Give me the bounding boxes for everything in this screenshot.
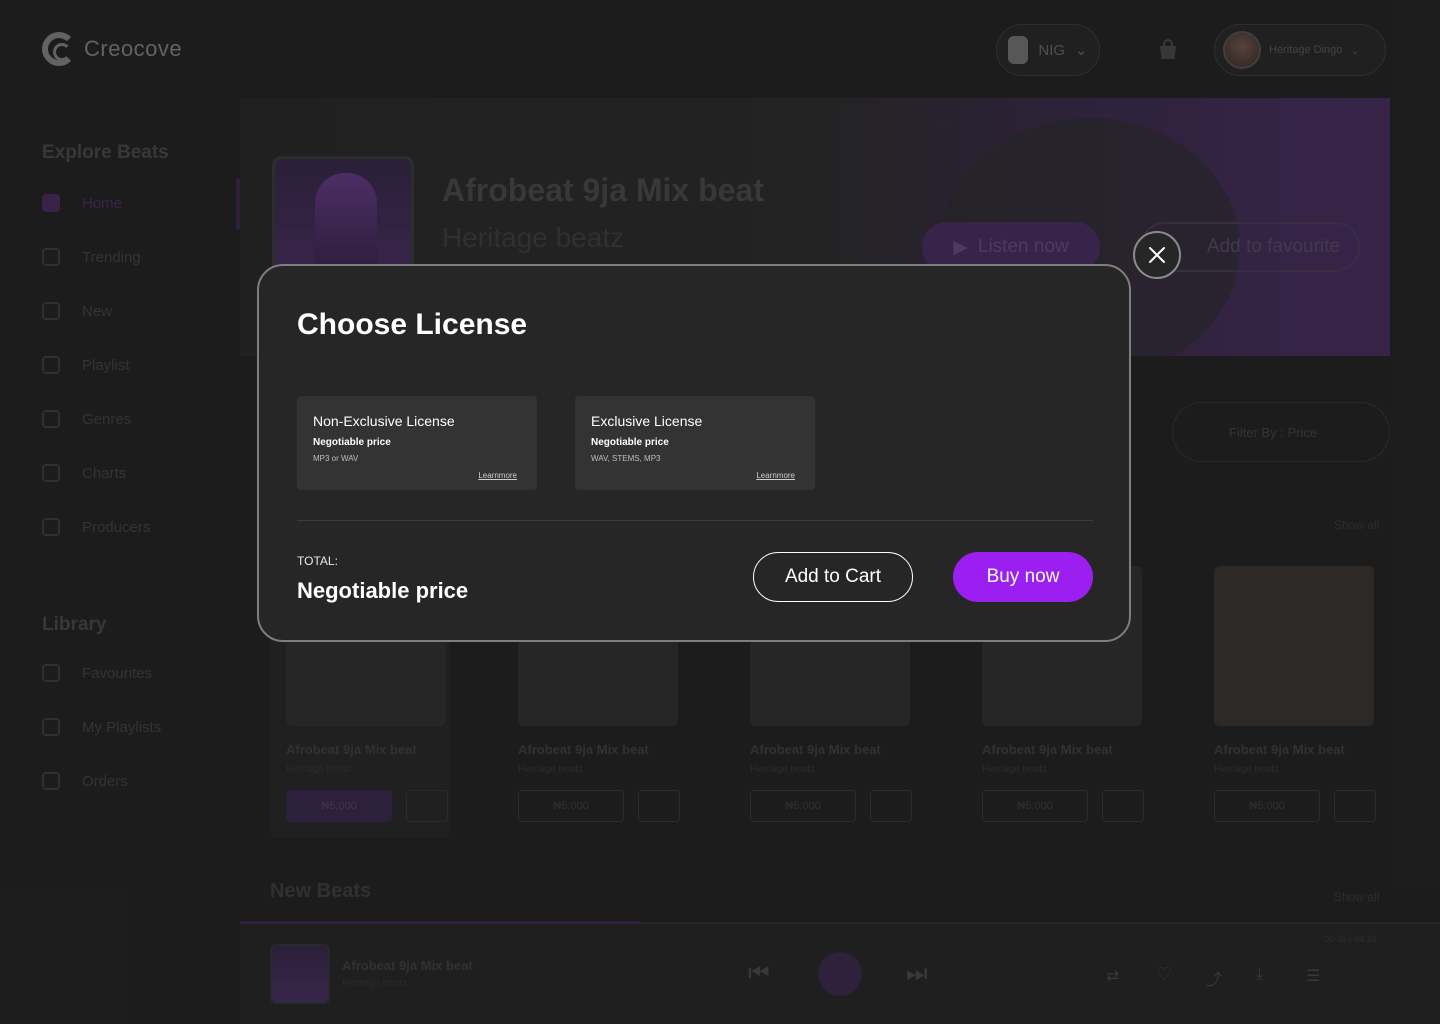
learn-more-link[interactable]: Learnmore xyxy=(478,471,517,480)
learn-more-link[interactable]: Learnmore xyxy=(756,471,795,480)
license-price: Negotiable price xyxy=(591,437,669,448)
license-option-non-exclusive[interactable]: Non-Exclusive License Negotiable price M… xyxy=(297,396,537,490)
license-name: Non-Exclusive License xyxy=(313,413,455,429)
add-to-cart-button[interactable]: Add to Cart xyxy=(753,552,913,602)
divider xyxy=(297,520,1093,521)
buy-now-button[interactable]: Buy now xyxy=(953,552,1093,602)
modal-title: Choose License xyxy=(297,308,528,341)
license-name: Exclusive License xyxy=(591,413,703,429)
license-option-exclusive[interactable]: Exclusive License Negotiable price WAV, … xyxy=(575,396,815,490)
license-price: Negotiable price xyxy=(313,437,391,448)
license-files: MP3 or WAV xyxy=(313,454,359,463)
total-value: Negotiable price xyxy=(297,578,469,603)
close-button[interactable] xyxy=(1133,231,1181,279)
close-icon xyxy=(1149,247,1165,263)
license-files: WAV, STEMS, MP3 xyxy=(591,454,661,463)
total-label: TOTAL: xyxy=(297,554,338,568)
app-root: Creocove NIG ⌄ Heritage Dingo ⌄ Explore … xyxy=(0,0,1440,1024)
choose-license-modal: Choose License Non-Exclusive License Neg… xyxy=(257,264,1131,642)
